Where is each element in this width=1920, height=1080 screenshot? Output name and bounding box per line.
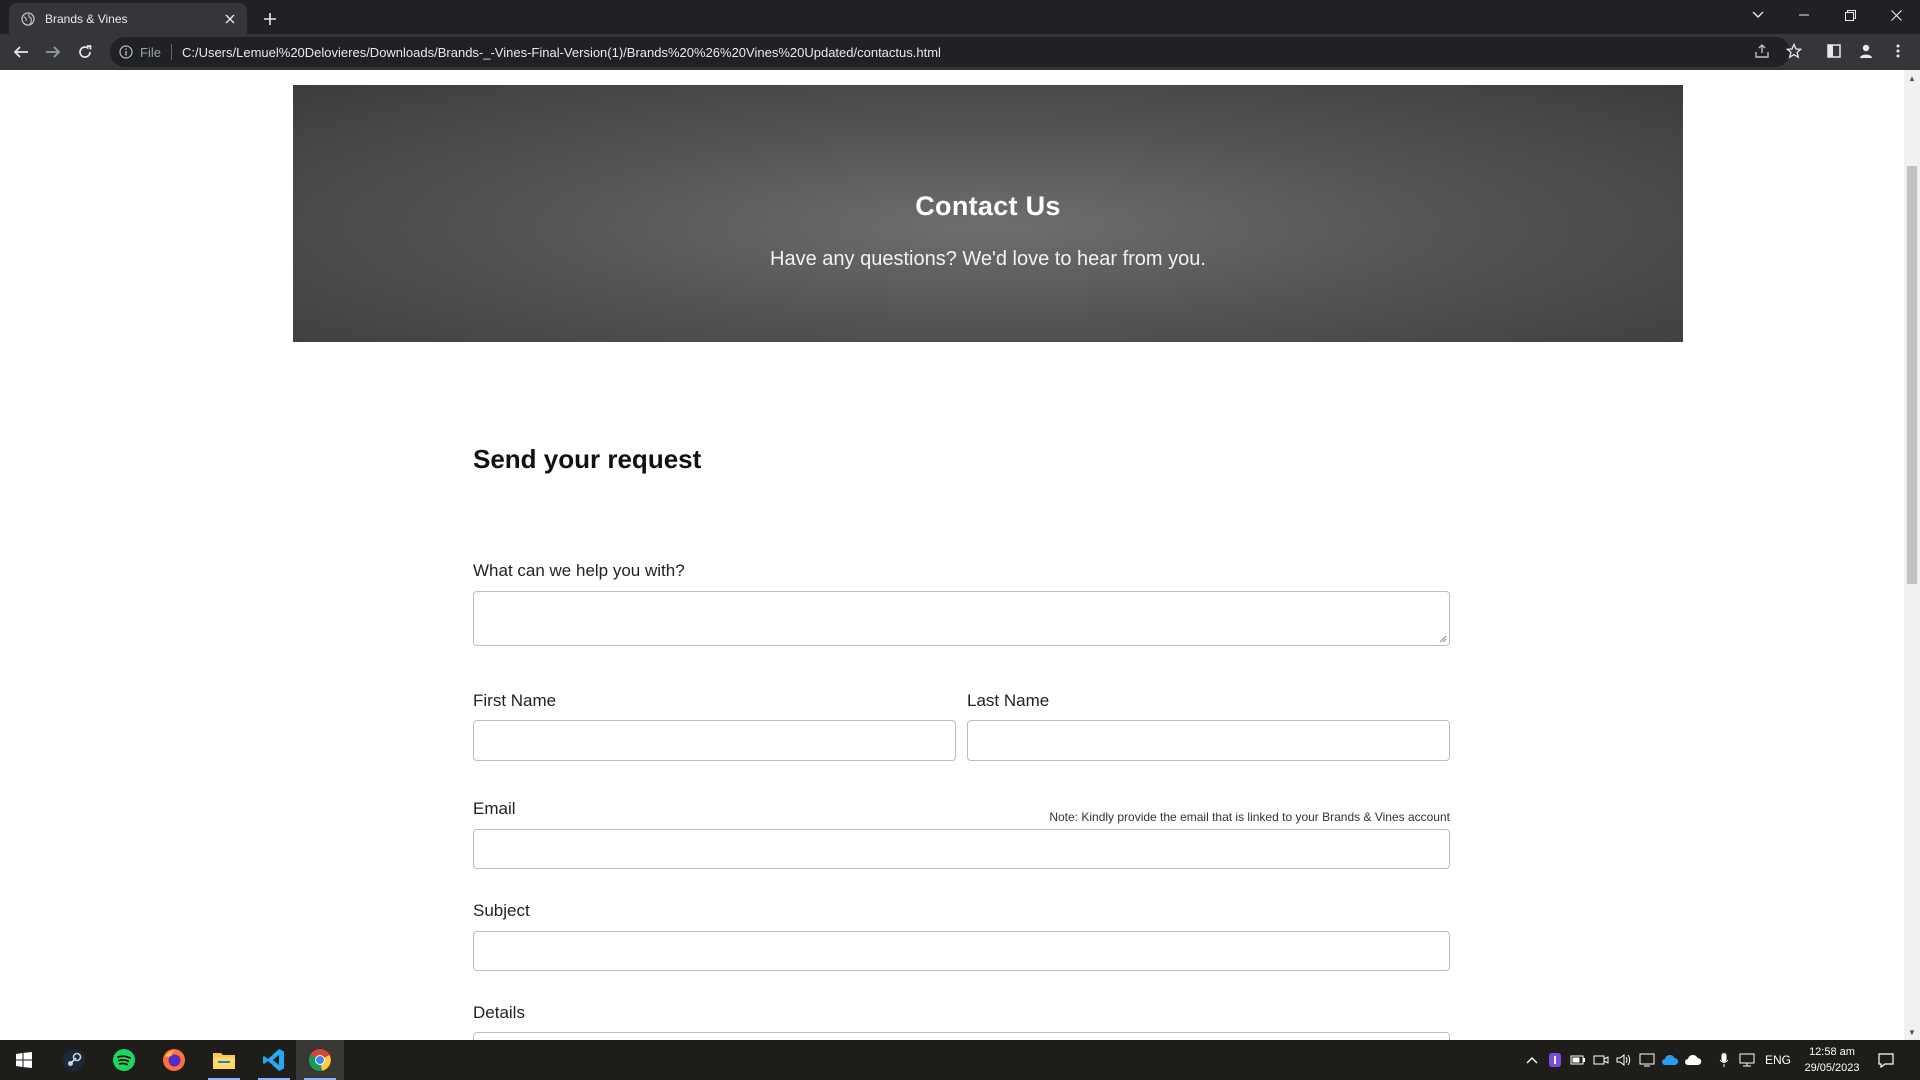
firefox-icon[interactable]	[150, 1040, 198, 1080]
details-textarea[interactable]	[474, 1033, 1449, 1040]
first-name-field[interactable]	[473, 720, 956, 761]
tray-network-icon[interactable]	[1738, 1051, 1756, 1069]
email-field[interactable]	[473, 829, 1450, 869]
clock-time: 12:58 am	[1809, 1046, 1855, 1058]
language-indicator[interactable]: ENG	[1765, 1053, 1791, 1067]
help-textarea-input[interactable]	[474, 592, 1449, 645]
last-name-input[interactable]	[968, 721, 1449, 760]
scroll-down-arrow-icon[interactable]: ▼	[1904, 1024, 1920, 1040]
spotify-icon[interactable]	[100, 1040, 148, 1080]
tray-volume-icon[interactable]	[1615, 1051, 1633, 1069]
browser-tab-strip: Brands & Vines	[0, 0, 1920, 34]
browser-tab[interactable]: Brands & Vines	[9, 3, 247, 34]
close-window-icon[interactable]	[1873, 0, 1919, 30]
first-name-label: First Name	[473, 691, 557, 710]
tab-search-icon[interactable]	[1735, 0, 1781, 30]
tab-title: Brands & Vines	[45, 11, 128, 26]
url-divider	[170, 44, 172, 60]
last-name-label: Last Name	[967, 691, 1050, 710]
email-note: Note: Kindly provide the email that is l…	[1049, 810, 1450, 824]
reload-icon[interactable]	[72, 39, 98, 65]
close-tab-icon[interactable]	[221, 10, 239, 28]
email-label: Email	[473, 799, 516, 818]
scroll-up-arrow-icon[interactable]: ▲	[1904, 70, 1920, 86]
menu-kebab-icon[interactable]	[1884, 37, 1912, 65]
subject-input[interactable]	[474, 932, 1449, 970]
taskbar-clock[interactable]: 12:58 am 29/05/2023	[1798, 1044, 1866, 1076]
notifications-icon[interactable]	[1877, 1051, 1895, 1069]
page-title: Contact Us	[915, 191, 1061, 221]
first-name-input[interactable]	[474, 721, 955, 760]
url-scheme-label: File	[140, 44, 161, 60]
profile-icon[interactable]	[1852, 37, 1880, 65]
tray-camera-icon[interactable]	[1592, 1051, 1610, 1069]
vscode-icon[interactable]	[250, 1040, 298, 1080]
share-icon[interactable]	[1748, 37, 1776, 65]
new-tab-button[interactable]	[258, 7, 282, 31]
restore-icon[interactable]	[1827, 0, 1873, 30]
details-field[interactable]	[473, 1032, 1450, 1040]
email-input[interactable]	[474, 830, 1449, 868]
minimize-icon[interactable]	[1781, 0, 1827, 30]
tray-app-purple-icon[interactable]	[1546, 1051, 1564, 1069]
tray-onedrive-sync-icon[interactable]	[1661, 1051, 1679, 1069]
subject-label: Subject	[473, 901, 530, 920]
contact-hero-banner: Contact Us Have any questions? We'd love…	[293, 85, 1683, 342]
file-explorer-icon[interactable]	[200, 1040, 248, 1080]
details-label: Details	[473, 1003, 525, 1022]
browser-toolbar: File C:/Users/Lemuel%20Delovieres/Downlo…	[0, 34, 1920, 70]
chrome-icon[interactable]	[296, 1040, 344, 1080]
side-panel-icon[interactable]	[1820, 37, 1848, 65]
tray-battery-icon[interactable]	[1569, 1051, 1587, 1069]
help-label: What can we help you with?	[473, 561, 685, 580]
scrollbar-thumb[interactable]	[1907, 166, 1917, 584]
last-name-field[interactable]	[967, 720, 1450, 761]
info-icon[interactable]	[118, 44, 134, 60]
subject-field[interactable]	[473, 931, 1450, 971]
hero-subtitle: Have any questions? We'd love to hear fr…	[770, 248, 1206, 270]
url-text[interactable]: C:/Users/Lemuel%20Delovieres/Downloads/B…	[182, 45, 941, 60]
help-textarea[interactable]	[473, 591, 1450, 646]
globe-icon	[21, 11, 35, 26]
resize-grip-icon[interactable]	[1439, 635, 1447, 643]
windows-start-icon[interactable]	[0, 1040, 48, 1080]
form-title: Send your request	[473, 444, 702, 474]
back-icon[interactable]	[8, 39, 34, 65]
page-scrollbar[interactable]: ▲ ▼	[1904, 70, 1920, 1040]
clock-date: 29/05/2023	[1804, 1062, 1860, 1074]
bookmark-star-icon[interactable]	[1780, 37, 1808, 65]
tray-onedrive-icon[interactable]	[1684, 1051, 1702, 1069]
tray-microphone-icon[interactable]	[1715, 1051, 1733, 1069]
windows-taskbar: ENG 12:58 am 29/05/2023	[0, 1040, 1920, 1080]
address-bar[interactable]: File C:/Users/Lemuel%20Delovieres/Downlo…	[110, 37, 1790, 67]
tray-chevron-up-icon[interactable]	[1523, 1051, 1541, 1069]
forward-icon[interactable]	[40, 39, 66, 65]
page-viewport: Contact Us Have any questions? We'd love…	[0, 70, 1920, 1040]
steam-icon[interactable]	[50, 1040, 98, 1080]
tray-display-icon[interactable]	[1638, 1051, 1656, 1069]
